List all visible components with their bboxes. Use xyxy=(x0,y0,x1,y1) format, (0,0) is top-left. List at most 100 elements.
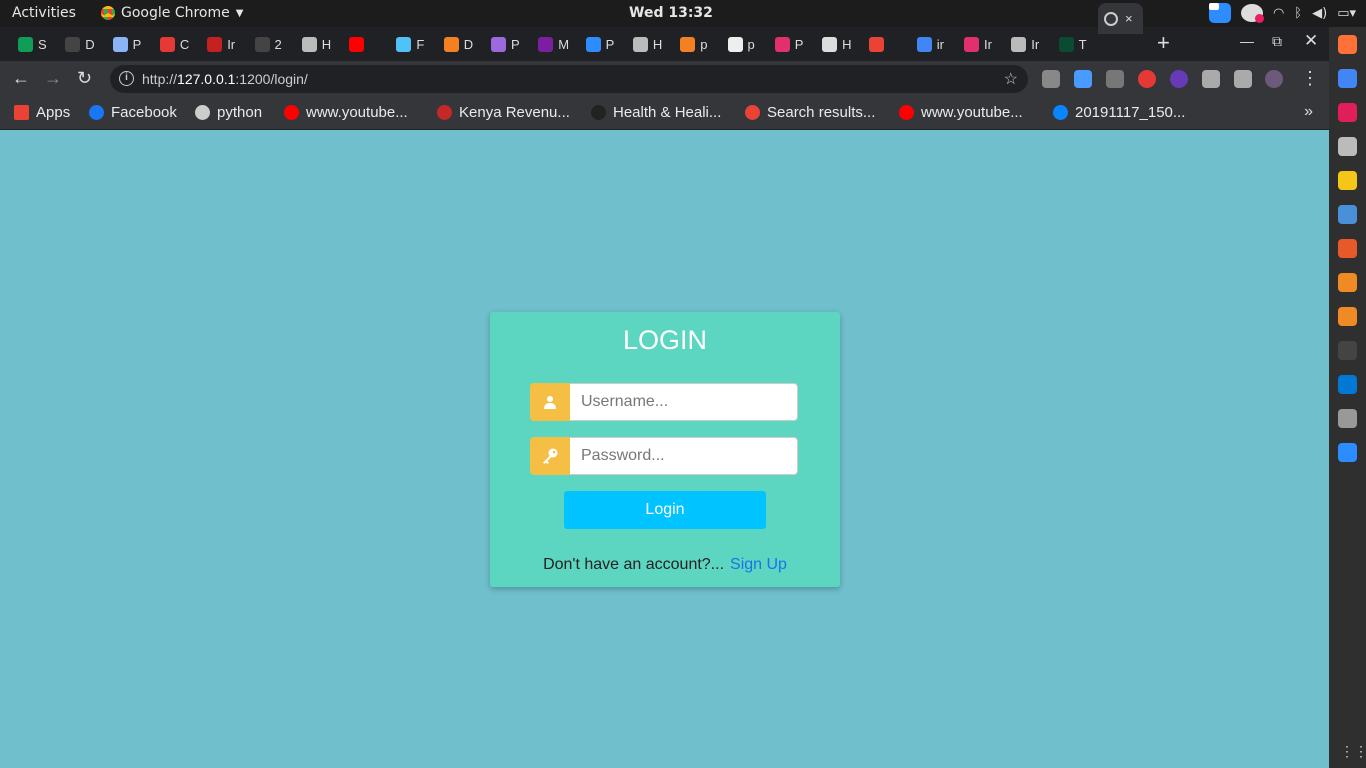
avatar[interactable] xyxy=(1265,70,1283,88)
bookmark-item[interactable]: www.youtube... xyxy=(284,104,408,121)
bookmark-item[interactable]: Health & Heali... xyxy=(591,104,721,121)
terminal-icon[interactable] xyxy=(1338,341,1357,360)
gmail-icon xyxy=(745,105,760,120)
slack-icon[interactable] xyxy=(1338,103,1357,122)
tab-2[interactable]: P xyxy=(107,31,141,57)
bookmark-item[interactable]: Facebook xyxy=(89,104,177,121)
tab-7[interactable] xyxy=(343,31,369,57)
tab-14[interactable]: p xyxy=(674,31,707,57)
tab-17[interactable]: H xyxy=(816,31,851,57)
camera-extension-icon[interactable] xyxy=(1042,70,1060,88)
tab-favicon-icon xyxy=(916,36,932,52)
tab-19[interactable]: ir xyxy=(911,31,944,57)
reload-button[interactable]: ↻ xyxy=(77,68,92,89)
login-button[interactable]: Login xyxy=(564,491,766,529)
bookmark-label: www.youtube... xyxy=(306,104,408,121)
more-bookmarks-icon[interactable]: » xyxy=(1304,103,1313,121)
tab-10[interactable]: P xyxy=(485,31,520,57)
puzzle-extensions-icon[interactable] xyxy=(1202,70,1220,88)
activities-button[interactable]: Activities xyxy=(12,5,76,21)
battery-icon[interactable]: ▭▾ xyxy=(1337,6,1356,21)
stop-extension-icon[interactable] xyxy=(1138,70,1156,88)
media-control-icon[interactable] xyxy=(1234,70,1252,88)
clock[interactable]: Wed 13:32 xyxy=(629,5,713,21)
tab-favicon-icon xyxy=(112,36,128,52)
youtube-icon xyxy=(284,105,299,120)
password-input[interactable] xyxy=(570,437,798,475)
tab-22[interactable]: T xyxy=(1053,31,1087,57)
tab-label: Ir xyxy=(227,36,236,52)
bookmark-star-icon[interactable]: ☆ xyxy=(1004,69,1018,89)
bluetooth-icon[interactable]: ᛒ xyxy=(1294,6,1302,21)
vlc-icon[interactable] xyxy=(1338,307,1357,326)
tab-0[interactable]: S xyxy=(12,31,47,57)
bookmark-item[interactable]: Kenya Revenu... xyxy=(437,104,570,121)
zoom-icon[interactable] xyxy=(1338,443,1357,462)
tab-12[interactable]: P xyxy=(580,31,614,57)
maximize-button[interactable]: ⧉ xyxy=(1272,33,1282,50)
safari-icon[interactable] xyxy=(1338,273,1357,292)
new-tab-button[interactable]: + xyxy=(1157,30,1170,56)
tab-active[interactable]: × xyxy=(1098,3,1143,34)
bookmark-item[interactable]: www.youtube... xyxy=(899,104,1023,121)
info-icon[interactable]: i xyxy=(119,71,134,86)
gear-extension-icon[interactable] xyxy=(1170,70,1188,88)
tab-favicon-icon xyxy=(1058,36,1074,52)
download-extension-icon[interactable] xyxy=(1074,70,1092,88)
minimize-button[interactable]: — xyxy=(1240,33,1254,49)
vscode-icon[interactable] xyxy=(1338,375,1357,394)
files-icon[interactable] xyxy=(1338,137,1357,156)
bookmark-item[interactable]: 20191117_150... xyxy=(1053,104,1185,121)
firefox-icon[interactable] xyxy=(1338,35,1357,54)
tab-favicon-icon xyxy=(18,36,33,52)
bookmark-label: Kenya Revenu... xyxy=(459,104,570,121)
software-icon[interactable] xyxy=(1338,239,1357,258)
close-window-button[interactable]: ✕ xyxy=(1304,31,1318,51)
url-text[interactable]: http://127.0.0.1:1200/login/ xyxy=(142,71,308,87)
close-tab-icon[interactable]: × xyxy=(1125,11,1133,26)
tab-13[interactable]: H xyxy=(627,31,662,57)
tab-label: D xyxy=(463,36,474,52)
wifi-icon[interactable]: ◠ xyxy=(1273,6,1284,21)
forward-button[interactable]: → xyxy=(44,68,62,89)
password-field-group xyxy=(530,437,798,475)
tab-favicon-icon xyxy=(207,36,223,52)
tab-8[interactable]: F xyxy=(390,31,424,57)
tab-16[interactable]: P xyxy=(769,31,803,57)
tab-11[interactable]: M xyxy=(532,31,569,57)
pen-extension-icon[interactable] xyxy=(1106,70,1124,88)
address-bar[interactable]: i http://127.0.0.1:1200/login/ ☆ xyxy=(110,65,1028,93)
bookmark-item[interactable]: Search results... xyxy=(745,104,875,121)
tab-20[interactable]: Ir xyxy=(958,31,992,57)
document-icon[interactable] xyxy=(1338,205,1357,224)
tray-app-icon[interactable] xyxy=(1240,4,1264,23)
tab-label: M xyxy=(558,36,570,52)
tab-label: ir xyxy=(936,36,944,52)
tab-4[interactable]: Ir xyxy=(201,31,235,57)
tab-21[interactable]: Ir xyxy=(1005,31,1039,57)
volume-icon[interactable]: ◀) xyxy=(1312,6,1327,21)
menu-icon[interactable]: ⋮ xyxy=(1301,68,1319,89)
show-applications-icon[interactable]: ⋮⋮⋮ xyxy=(1340,743,1366,760)
app-menu[interactable]: Google Chrome ▼ xyxy=(101,5,243,21)
tab-3[interactable]: C xyxy=(154,31,189,57)
tab-15[interactable]: p xyxy=(722,31,755,57)
bookmark-item[interactable]: python xyxy=(195,104,262,121)
signup-link[interactable]: Sign Up xyxy=(730,556,787,573)
tab-label: Ir xyxy=(984,36,992,52)
rhythmbox-icon[interactable] xyxy=(1338,171,1357,190)
browser-toolbar: ← → ↻ i http://127.0.0.1:1200/login/ ☆ ⋮ xyxy=(0,61,1329,97)
bookmark-item[interactable]: Apps xyxy=(14,104,70,121)
chrome-icon xyxy=(101,6,115,20)
scanner-icon[interactable] xyxy=(1338,409,1357,428)
tab-6[interactable]: H xyxy=(296,31,331,57)
tab-9[interactable]: D xyxy=(438,31,473,57)
tab-favicon-icon xyxy=(774,36,790,52)
tab-18[interactable] xyxy=(863,31,889,57)
tab-5[interactable]: 2 xyxy=(249,31,282,57)
zoom-tray-icon[interactable] xyxy=(1208,3,1231,23)
chrome-icon[interactable] xyxy=(1338,69,1357,88)
back-button[interactable]: ← xyxy=(12,68,30,89)
tab-1[interactable]: D xyxy=(59,31,95,57)
username-input[interactable] xyxy=(570,383,798,421)
